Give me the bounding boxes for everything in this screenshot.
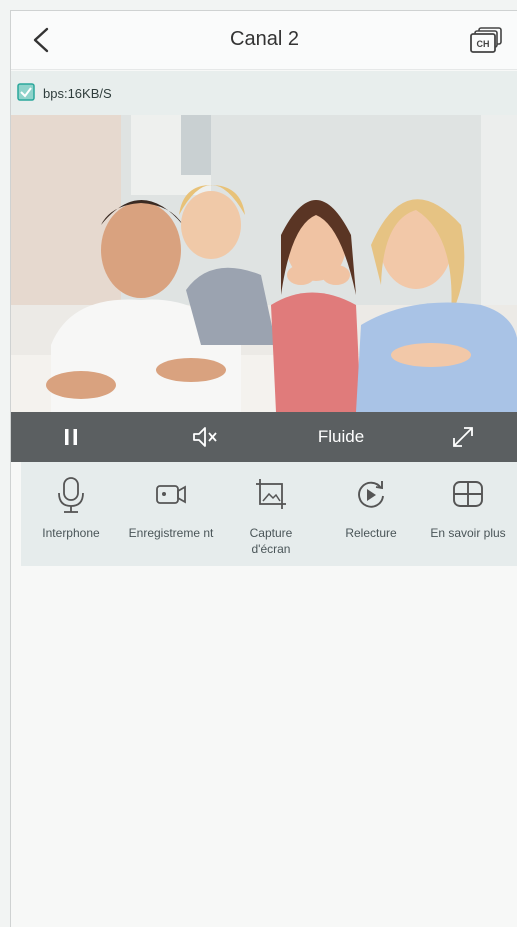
bitrate-readout: bps:16KB/S (43, 86, 112, 101)
checkbox-icon (17, 83, 35, 101)
fullscreen-button[interactable] (441, 412, 485, 462)
app-screen: Canal 2 CH bps:16KB/S Fluide Interphone … (10, 10, 517, 927)
playback-button[interactable]: Relecture (321, 462, 421, 566)
microphone-icon (58, 477, 84, 513)
channel-badge-text: CH (477, 39, 490, 49)
pause-icon (65, 429, 77, 445)
multi-channel-icon[interactable]: CH (470, 26, 504, 54)
speaker-muted-icon (193, 427, 217, 447)
record-icon (156, 485, 186, 504)
interphone-label: Interphone (42, 526, 100, 540)
more-grid-icon (453, 481, 483, 507)
top-bar: Canal 2 CH (11, 11, 517, 70)
expand-icon (453, 427, 473, 447)
more-info-label: En savoir plus (430, 526, 506, 540)
live-video-feed[interactable] (11, 115, 517, 412)
screenshot-button[interactable]: Capture d'écran (221, 462, 321, 566)
playback-control-bar: Fluide (11, 412, 517, 462)
replay-icon (358, 481, 384, 508)
page-title: Canal 2 (230, 28, 299, 50)
status-bar: bps:16KB/S (11, 71, 517, 115)
screenshot-icon (256, 479, 286, 509)
feature-toolbar: Interphone Enregistreme nt Capture d'écr… (21, 462, 517, 566)
pause-button[interactable] (51, 412, 91, 462)
quality-selector[interactable]: Fluide (301, 412, 381, 462)
more-info-button[interactable]: En savoir plus (418, 462, 517, 566)
interphone-button[interactable]: Interphone (21, 462, 121, 566)
video-frame-image (11, 115, 517, 412)
record-label: Enregistreme nt (128, 526, 214, 540)
screenshot-label: Capture d'écran (249, 526, 293, 556)
playback-label: Relecture (345, 526, 397, 540)
record-button[interactable]: Enregistreme nt (121, 462, 221, 566)
mute-button[interactable] (181, 412, 231, 462)
